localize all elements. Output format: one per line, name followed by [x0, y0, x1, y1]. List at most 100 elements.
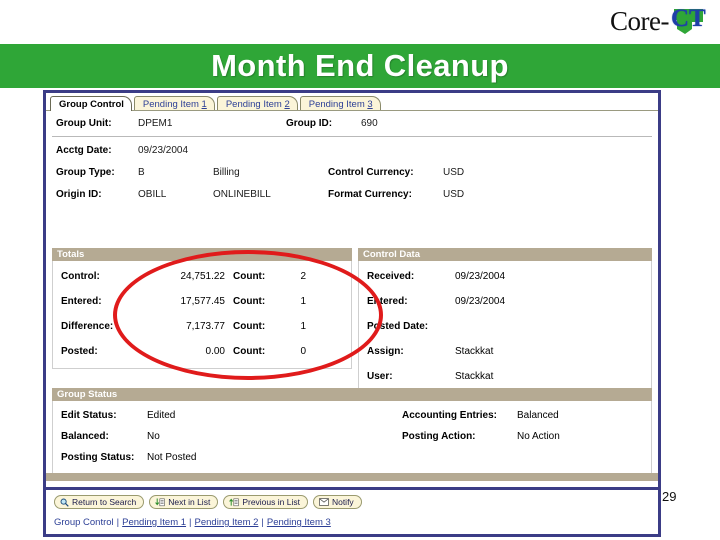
logo-ct-text: CT: [671, 5, 706, 32]
control-data-entered-label: Entered:: [367, 296, 408, 307]
totals-row-control: Control: 24,751.22 Count: 2: [53, 264, 351, 289]
next-in-list-label: Next in List: [168, 497, 211, 507]
search-icon: [60, 498, 69, 507]
origin-id-description: ONLINEBILL: [213, 188, 271, 200]
group-type-code: B: [138, 166, 145, 178]
next-in-list-icon: [155, 498, 165, 506]
logo-core-text: Core-: [610, 5, 669, 36]
totals-entered-count-label: Count:: [233, 296, 266, 307]
control-data-row-assign: Assign: Stackkat: [359, 339, 651, 364]
previous-in-list-label: Previous in List: [242, 497, 300, 507]
next-in-list-button[interactable]: Next in List: [149, 495, 219, 509]
totals-posted-amount: 0.00: [205, 346, 225, 357]
control-data-posted-date-label: Posted Date:: [367, 321, 429, 332]
totals-posted-count-label: Count:: [233, 346, 266, 357]
totals-entered-count: 1: [300, 296, 306, 307]
group-status-row-posting-status: Posting Status: Not Posted: [53, 447, 651, 468]
group-unit-row: Group Unit: DPEM1 Group ID: 690: [46, 112, 658, 134]
notify-button[interactable]: Notify: [312, 495, 362, 509]
tab-group-control-label: Group Control: [59, 99, 124, 110]
posting-action-label: Posting Action:: [402, 431, 476, 442]
totals-section: Totals Control: 24,751.22 Count: 2 Enter…: [52, 248, 352, 394]
totals-difference-count-label: Count:: [233, 321, 266, 332]
posting-action-value: No Action: [517, 431, 560, 442]
tab-group-control[interactable]: Group Control: [50, 96, 132, 111]
footer-separator-1: |: [116, 517, 120, 528]
control-data-section-title: Control Data: [358, 248, 652, 261]
edit-status-label: Edit Status:: [61, 410, 117, 421]
totals-and-control-data: Totals Control: 24,751.22 Count: 2 Enter…: [52, 248, 652, 394]
edit-status-value: Edited: [147, 410, 176, 421]
group-status-row-edit: Edit Status: Edited Accounting Entries: …: [53, 405, 651, 426]
totals-entered-amount: 17,577.45: [180, 296, 226, 307]
origin-id-label: Origin ID:: [56, 188, 102, 200]
group-control-form: Group Unit: DPEM1 Group ID: 690 Acctg Da…: [46, 112, 658, 205]
notify-label: Notify: [331, 497, 354, 507]
totals-control-label: Control:: [61, 271, 100, 282]
control-data-user-label: User:: [367, 371, 393, 382]
group-id-label: Group ID:: [286, 117, 333, 129]
control-data-row-received: Received: 09/23/2004: [359, 264, 651, 289]
group-status-section-title: Group Status: [52, 388, 652, 401]
format-currency-label: Format Currency:: [328, 188, 412, 200]
totals-entered-label: Entered:: [61, 296, 102, 307]
footer-link-pending-item-1[interactable]: Pending Item 1: [122, 517, 186, 528]
format-currency-value: USD: [443, 188, 465, 200]
totals-control-count: 2: [300, 271, 306, 282]
control-data-user-value: Stackkat: [455, 371, 494, 382]
totals-row-posted: Posted: 0.00 Count: 0: [53, 339, 351, 364]
origin-id-row: Origin ID: OBILL ONLINEBILL Format Curre…: [46, 183, 658, 205]
return-to-search-label: Return to Search: [72, 497, 137, 507]
group-control-panel: Group Control Pending Item 1 Pending Ite…: [43, 90, 661, 490]
control-currency-label: Control Currency:: [328, 166, 414, 178]
totals-section-title: Totals: [52, 248, 352, 261]
group-id-value: 690: [361, 117, 378, 129]
group-unit-value: DPEM1: [138, 117, 173, 129]
accounting-entries-label: Accounting Entries:: [402, 410, 498, 421]
control-currency-value: USD: [443, 166, 465, 178]
tab-pending-item-2-label: Pending Item: [225, 99, 285, 110]
tab-pending-item-1[interactable]: Pending Item 1: [133, 96, 215, 111]
group-status-section: Group Status Edit Status: Edited Account…: [52, 388, 652, 474]
panel-footer: Return to Search Next in List Previous i…: [43, 490, 661, 537]
control-data-row-user: User: Stackkat: [359, 364, 651, 389]
slide-header: Core- CT: [0, 0, 720, 44]
previous-in-list-icon: [229, 498, 240, 506]
title-banner: Month End Cleanup: [0, 44, 720, 88]
totals-control-count-label: Count:: [233, 271, 266, 282]
tab-pending-item-2[interactable]: Pending Item 2: [216, 96, 298, 111]
control-data-row-entered: Entered: 09/23/2004: [359, 289, 651, 314]
footer-link-group-control[interactable]: Group Control: [54, 517, 114, 528]
tab-bar: Group Control Pending Item 1 Pending Ite…: [46, 93, 658, 111]
footer-link-pending-item-3[interactable]: Pending Item 3: [267, 517, 331, 528]
group-type-row: Group Type: B Billing Control Currency: …: [46, 161, 658, 183]
totals-difference-count: 1: [300, 321, 306, 332]
footer-link-pending-item-2[interactable]: Pending Item 2: [195, 517, 259, 528]
return-to-search-button[interactable]: Return to Search: [54, 495, 145, 509]
tab-pending-item-3[interactable]: Pending Item 3: [299, 96, 381, 111]
divider-1: [52, 136, 652, 137]
footer-separator-3: |: [261, 517, 264, 528]
acctg-date-row: Acctg Date: 09/23/2004: [46, 139, 658, 161]
action-button-bar: Return to Search Next in List Previous i…: [54, 495, 362, 509]
totals-posted-label: Posted:: [61, 346, 98, 357]
balanced-value: No: [147, 431, 160, 442]
group-type-label: Group Type:: [56, 166, 115, 178]
tab-underline: [46, 110, 658, 111]
group-status-row-balanced: Balanced: No Posting Action: No Action: [53, 426, 651, 447]
tab-pending-item-3-number: 3: [367, 99, 373, 110]
control-data-received-value: 09/23/2004: [455, 271, 506, 282]
control-data-section: Control Data Received: 09/23/2004 Entere…: [358, 248, 652, 394]
balanced-label: Balanced:: [61, 431, 109, 442]
tab-pending-item-1-label: Pending Item: [142, 99, 202, 110]
posting-status-value: Not Posted: [147, 452, 197, 463]
previous-in-list-button[interactable]: Previous in List: [223, 495, 308, 509]
totals-difference-amount: 7,173.77: [186, 321, 225, 332]
acctg-date-label: Acctg Date:: [56, 144, 112, 156]
totals-body: Control: 24,751.22 Count: 2 Entered: 17,…: [52, 261, 352, 369]
page-title: Month End Cleanup: [211, 48, 509, 83]
totals-posted-count: 0: [300, 346, 306, 357]
totals-row-difference: Difference: 7,173.77 Count: 1: [53, 314, 351, 339]
tab-pending-item-1-number: 1: [201, 99, 207, 110]
totals-control-amount: 24,751.22: [180, 271, 226, 282]
